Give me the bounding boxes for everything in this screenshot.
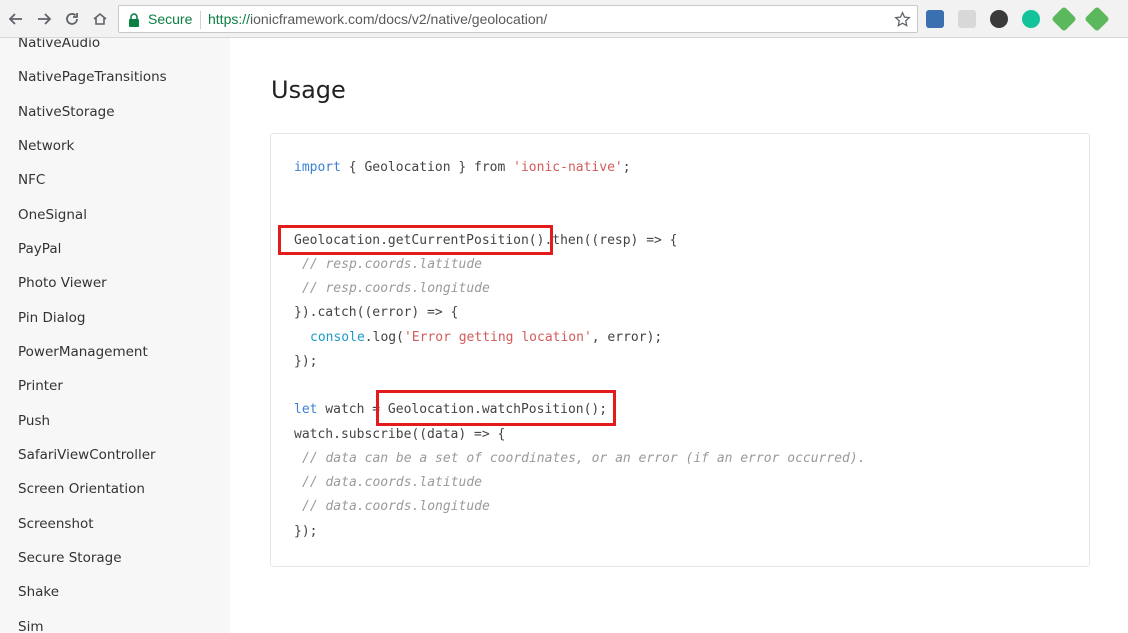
sidebar-item-powermanagement[interactable]: PowerManagement — [18, 344, 148, 360]
sidebar-item-shake[interactable]: Shake — [18, 584, 59, 600]
reload-icon[interactable] — [61, 8, 83, 30]
sidebar-item-printer[interactable]: Printer — [18, 378, 63, 394]
sidebar: NativeAudio NativePageTransitions Native… — [0, 38, 230, 633]
code-string: 'ionic-native' — [513, 160, 623, 175]
browser-toolbar: Secure https://ionicframework.com/docs/v… — [0, 0, 1128, 38]
extension-icon-6[interactable] — [1084, 6, 1110, 32]
sidebar-item-network[interactable]: Network — [18, 138, 74, 154]
code-text: ; — [622, 160, 631, 175]
code-comment: // resp.coords.longitude — [302, 281, 490, 296]
code-keyword: import — [294, 160, 341, 175]
secure-label: Secure — [148, 11, 193, 27]
sidebar-item-onesignal[interactable]: OneSignal — [18, 207, 87, 223]
code-line-close: }); — [294, 524, 318, 539]
sidebar-item-screen-orientation[interactable]: Screen Orientation — [18, 481, 145, 497]
code-line-import: import { Geolocation } from 'ionic-nativ… — [294, 160, 631, 175]
sidebar-item-screenshot[interactable]: Screenshot — [18, 516, 94, 532]
sidebar-item-secure-storage[interactable]: Secure Storage — [18, 550, 122, 566]
code-comment: // data can be a set of coordinates, or … — [302, 451, 866, 466]
extension-icon-2[interactable] — [958, 10, 976, 28]
sidebar-item-push[interactable]: Push — [18, 413, 50, 429]
code-text: .log( — [364, 330, 404, 345]
page-title: Usage — [271, 76, 346, 104]
code-line-subscribe: watch.subscribe((data) => { — [294, 427, 506, 442]
code-keyword: let — [294, 402, 318, 417]
code-line-close: }); — [294, 354, 318, 369]
url-path: /docs/v2/native/geolocation/ — [374, 11, 548, 27]
sidebar-item-paypal[interactable]: PayPal — [18, 241, 61, 257]
code-line-console-log: console.log('Error getting location', er… — [310, 330, 662, 345]
code-line-catch: }).catch((error) => { — [294, 305, 459, 320]
code-string: 'Error getting location' — [403, 330, 592, 345]
star-icon[interactable] — [894, 11, 911, 28]
code-comment: // data.coords.latitude — [302, 475, 483, 490]
sidebar-item-sim[interactable]: Sim — [18, 619, 43, 633]
url-domain: ionicframework.com — [250, 11, 375, 27]
url-text[interactable]: https://ionicframework.com/docs/v2/nativ… — [208, 11, 547, 27]
address-bar[interactable]: Secure https://ionicframework.com/docs/v… — [118, 5, 918, 33]
extension-icon-5[interactable] — [1051, 6, 1077, 32]
code-text: , error); — [591, 330, 663, 345]
highlight-box-watch-position — [376, 390, 616, 426]
sidebar-item-nativestorage[interactable]: NativeStorage — [18, 104, 115, 120]
grammarly-icon[interactable] — [1022, 10, 1040, 28]
sidebar-item-pin-dialog[interactable]: Pin Dialog — [18, 310, 85, 326]
sidebar-item-nativepagetransitions[interactable]: NativePageTransitions — [18, 69, 167, 85]
code-text: { Geolocation } from — [340, 160, 514, 175]
code-console: console — [310, 330, 365, 345]
forward-icon[interactable] — [33, 8, 55, 30]
extension-icon-3[interactable] — [990, 10, 1008, 28]
home-icon[interactable] — [89, 8, 111, 30]
highlight-box-get-current-position — [278, 225, 553, 255]
sidebar-item-photo-viewer[interactable]: Photo Viewer — [18, 275, 107, 291]
url-separator — [200, 11, 201, 29]
sidebar-item-safariviewcontroller[interactable]: SafariViewController — [18, 447, 156, 463]
code-comment: // resp.coords.latitude — [302, 257, 483, 272]
url-scheme: https:// — [208, 11, 251, 27]
back-icon[interactable] — [5, 8, 27, 30]
sidebar-item-nativeaudio[interactable]: NativeAudio — [18, 38, 100, 51]
lock-icon — [129, 13, 139, 27]
sidebar-item-nfc[interactable]: NFC — [18, 172, 45, 188]
extension-icon-1[interactable] — [926, 10, 944, 28]
code-comment: // data.coords.longitude — [302, 499, 490, 514]
